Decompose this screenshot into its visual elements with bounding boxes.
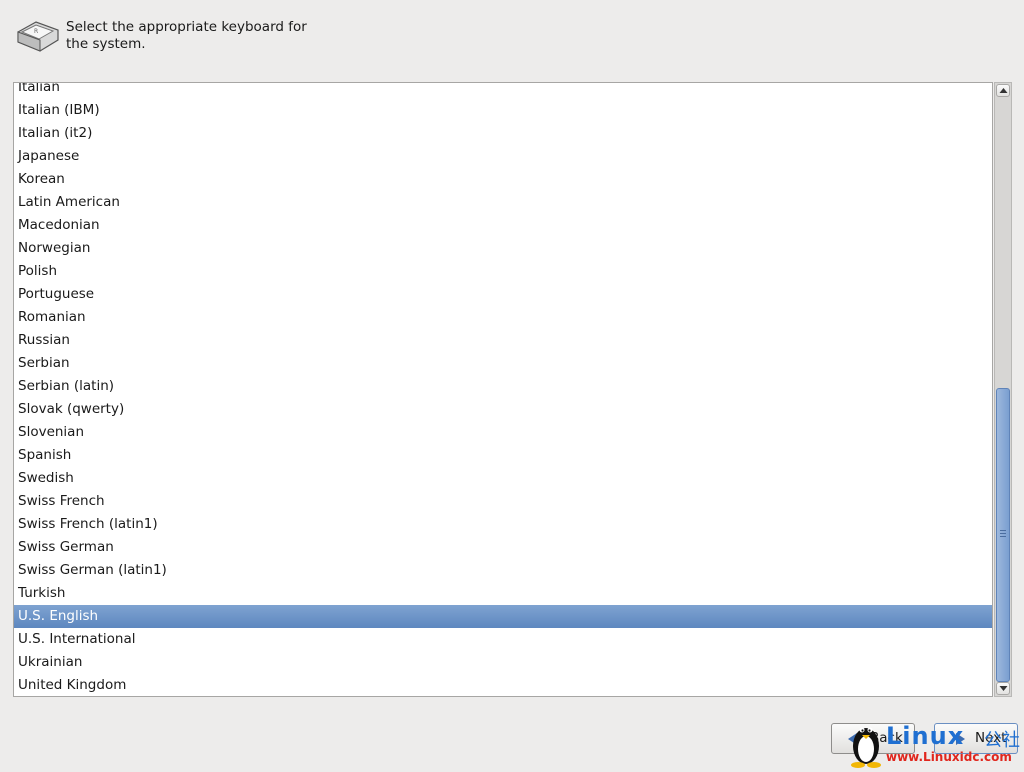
list-item[interactable]: Portuguese [14, 283, 992, 306]
scrollbar-thumb[interactable] [996, 388, 1010, 682]
scroll-up-button[interactable] [996, 84, 1010, 97]
scroll-down-button[interactable] [996, 682, 1010, 695]
list-item[interactable]: Serbian [14, 352, 992, 375]
list-item[interactable]: Slovenian [14, 421, 992, 444]
list-item[interactable]: Spanish [14, 444, 992, 467]
list-item[interactable]: United Kingdom [14, 674, 992, 696]
list-item[interactable]: Swiss French (latin1) [14, 513, 992, 536]
vertical-scrollbar[interactable] [994, 82, 1012, 697]
list-item[interactable]: Latin American [14, 191, 992, 214]
watermark: Linux 公社 www.Linuxidc.com [846, 716, 1022, 768]
list-item[interactable]: Japanese [14, 145, 992, 168]
watermark-brand-cn: 公社 [984, 730, 1020, 751]
list-item[interactable]: Swiss German [14, 536, 992, 559]
list-item[interactable]: Norwegian [14, 237, 992, 260]
list-item[interactable]: Ukrainian [14, 651, 992, 674]
watermark-brand: Linux [886, 722, 965, 750]
header: R Select the appropriate keyboard for th… [14, 18, 414, 58]
arrow-down-icon [999, 686, 1008, 691]
list-item[interactable]: Swiss French [14, 490, 992, 513]
list-item[interactable]: U.S. International [14, 628, 992, 651]
watermark-url: www.Linuxidc.com [886, 750, 1012, 764]
arrow-up-icon [999, 88, 1008, 93]
penguin-logo-icon [851, 727, 881, 768]
list-item[interactable]: Italian [14, 83, 992, 99]
list-item[interactable]: Swiss German (latin1) [14, 559, 992, 582]
grip-icon [1000, 530, 1006, 537]
keyboard-list-items[interactable]: Italian Italian (IBM) Italian (it2) Japanes… [14, 83, 992, 696]
svg-text:R: R [34, 28, 38, 35]
list-item[interactable]: U.S. English [14, 605, 992, 628]
list-item[interactable]: Romanian [14, 306, 992, 329]
list-item[interactable]: Italian (IBM) [14, 99, 992, 122]
page-prompt: Select the appropriate keyboard for the … [66, 19, 307, 52]
list-item[interactable]: Russian [14, 329, 992, 352]
list-item[interactable]: Korean [14, 168, 992, 191]
list-item[interactable]: Italian (it2) [14, 122, 992, 145]
list-item[interactable]: Polish [14, 260, 992, 283]
keyboard-list[interactable]: Italian Italian (IBM) Italian (it2) Japanes… [13, 82, 993, 697]
keyboard-key-icon: R [17, 21, 59, 52]
list-item[interactable]: Slovak (qwerty) [14, 398, 992, 421]
list-item[interactable]: Serbian (latin) [14, 375, 992, 398]
list-item[interactable]: Swedish [14, 467, 992, 490]
list-item[interactable]: Turkish [14, 582, 992, 605]
list-item[interactable]: Macedonian [14, 214, 992, 237]
